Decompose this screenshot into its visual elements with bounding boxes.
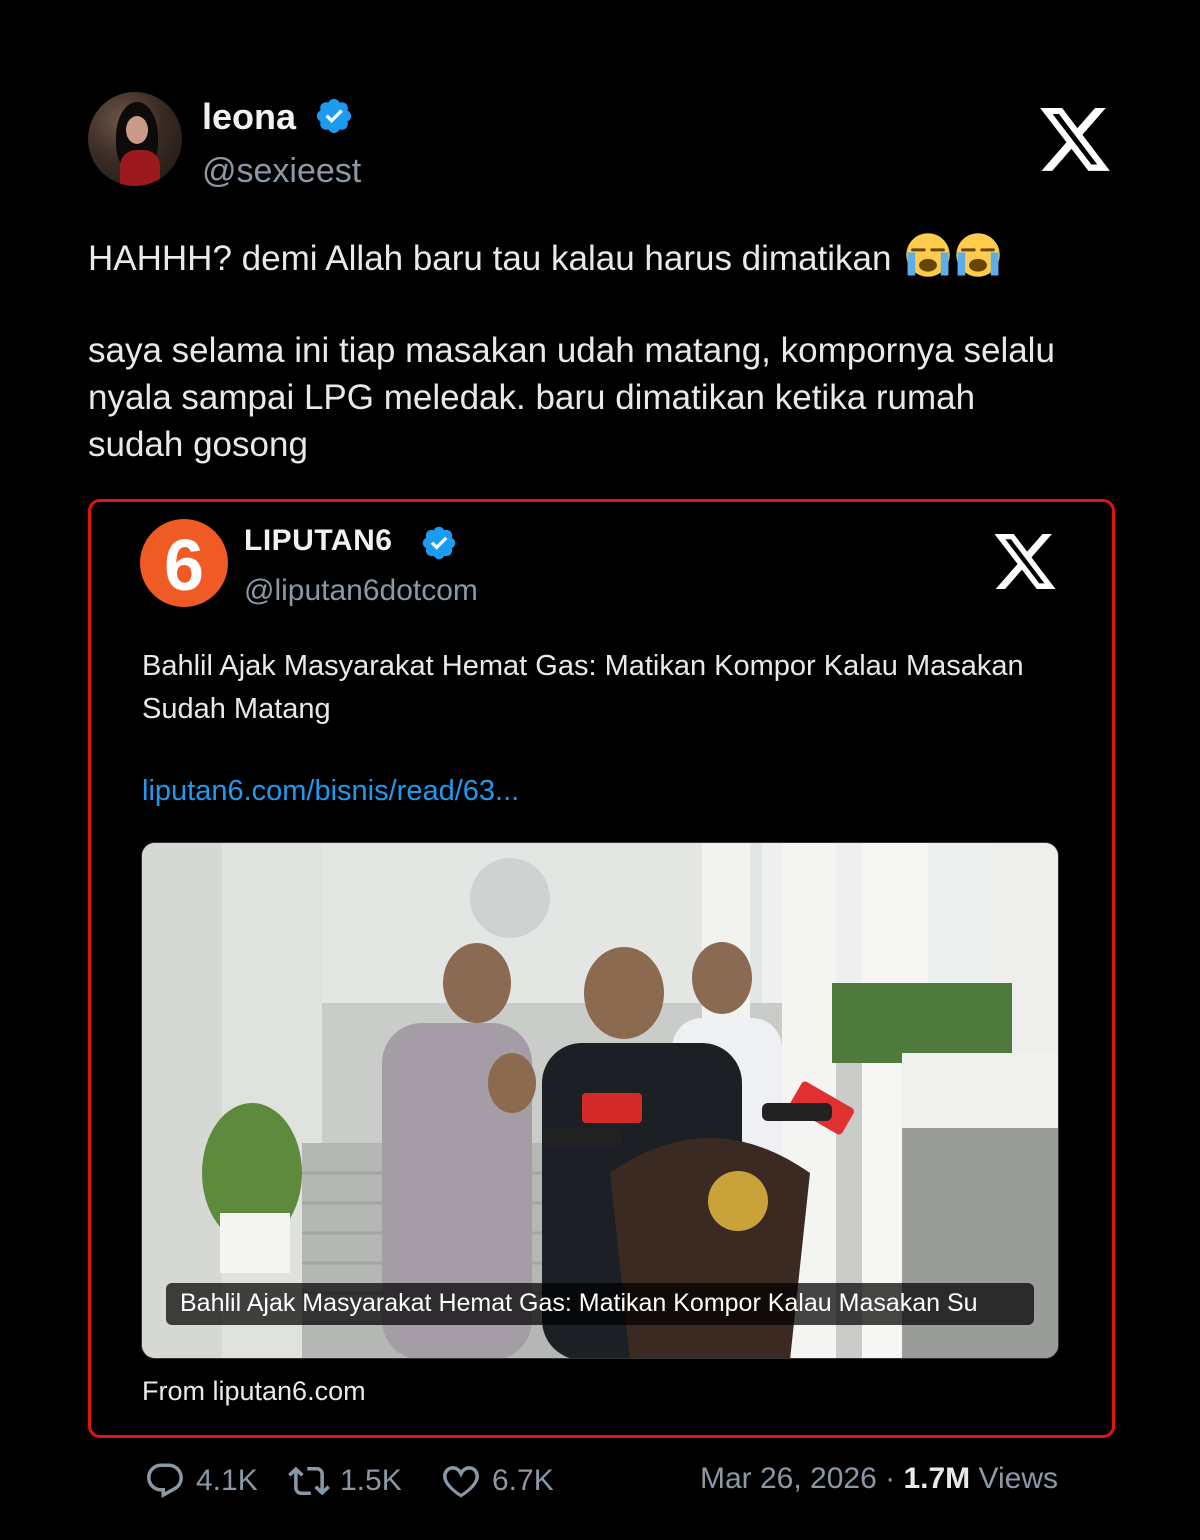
news-photo bbox=[142, 843, 1058, 1358]
liputan6-avatar[interactable]: 6 bbox=[140, 519, 228, 607]
quote-link[interactable]: liputan6.com/bisnis/read/63... bbox=[142, 775, 519, 808]
crying-face-icon bbox=[956, 233, 1000, 277]
author-handle[interactable]: @sexieest bbox=[202, 152, 361, 191]
verified-badge-icon bbox=[316, 98, 352, 134]
link-card[interactable]: Bahlil Ajak Masyarakat Hemat Gas: Matika… bbox=[141, 842, 1059, 1359]
views-count: 1.7M bbox=[903, 1462, 971, 1495]
tweet-meta: Mar 26, 2026 · 1.7M Views bbox=[700, 1462, 1058, 1496]
like-icon bbox=[443, 1466, 479, 1498]
card-source[interactable]: From liputan6.com bbox=[142, 1376, 366, 1407]
author-avatar[interactable] bbox=[88, 92, 182, 186]
repost-button[interactable]: 1.5K bbox=[288, 1458, 402, 1504]
reply-icon bbox=[147, 1463, 183, 1498]
views-label: Views bbox=[978, 1462, 1058, 1495]
author-name[interactable]: leona bbox=[202, 96, 296, 138]
repost-count: 1.5K bbox=[340, 1464, 402, 1497]
repost-icon bbox=[288, 1466, 330, 1496]
x-logo-icon[interactable] bbox=[994, 534, 1056, 590]
tweet-text: HAHHH? demi Allah baru tau kalau harus d… bbox=[88, 239, 892, 278]
reply-count: 4.1K bbox=[196, 1464, 258, 1497]
verified-badge-icon bbox=[422, 526, 456, 560]
meta-separator: · bbox=[885, 1462, 896, 1495]
tweet-text-para2: saya selama ini tiap masakan udah matang… bbox=[88, 331, 1055, 464]
crying-face-icon bbox=[906, 233, 950, 277]
quote-author-name[interactable]: LIPUTAN6 bbox=[244, 524, 392, 558]
quote-author-handle[interactable]: @liputan6dotcom bbox=[244, 574, 478, 608]
tweet-date[interactable]: Mar 26, 2026 bbox=[700, 1462, 877, 1495]
tweet-text-line1: HAHHH? demi Allah baru tau kalau harus d… bbox=[88, 232, 1128, 282]
like-count: 6.7K bbox=[492, 1464, 554, 1497]
card-caption: Bahlil Ajak Masyarakat Hemat Gas: Matika… bbox=[166, 1283, 1034, 1325]
liputan6-logo-text: 6 bbox=[163, 526, 205, 606]
quote-text: Bahlil Ajak Masyarakat Hemat Gas: Matika… bbox=[142, 650, 1024, 725]
like-button[interactable]: 6.7K bbox=[440, 1458, 554, 1504]
reply-button[interactable]: 4.1K bbox=[144, 1458, 258, 1504]
x-logo-icon[interactable] bbox=[1040, 108, 1110, 172]
